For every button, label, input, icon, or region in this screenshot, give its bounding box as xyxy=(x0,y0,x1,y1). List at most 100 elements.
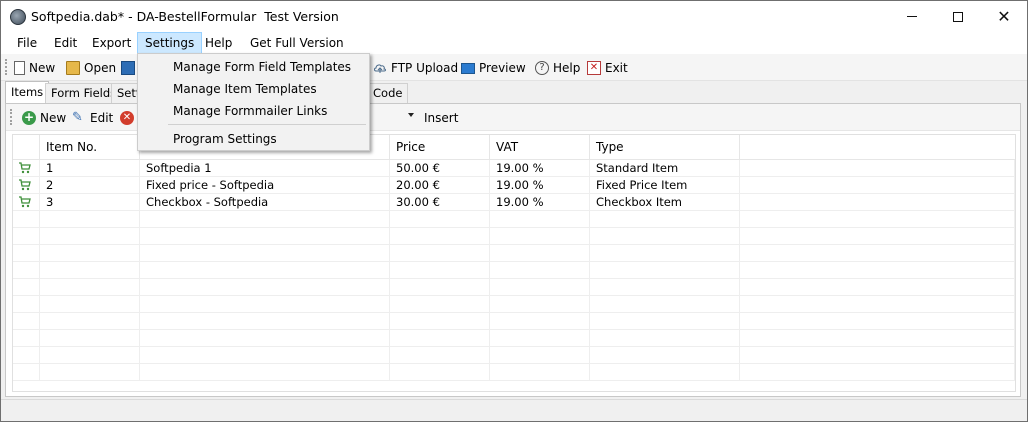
cell-name: Fixed price - Softpedia xyxy=(140,177,390,194)
empty-cell xyxy=(140,245,390,262)
empty-cell xyxy=(390,211,490,228)
menu-export[interactable]: Export xyxy=(85,32,138,54)
new-item-button[interactable]: + New xyxy=(22,109,66,127)
maximize-icon xyxy=(953,11,963,22)
column-vat[interactable]: VAT xyxy=(490,135,590,160)
empty-cell xyxy=(390,228,490,245)
empty-cell xyxy=(590,245,740,262)
cell-item-no: 2 xyxy=(40,177,140,194)
close-button[interactable]: ✕ xyxy=(981,1,1027,32)
toolbar-grip[interactable] xyxy=(5,59,7,75)
open-button[interactable]: Open xyxy=(66,58,116,78)
cell-price: 20.00 € xyxy=(390,177,490,194)
cell-vat: 19.00 % xyxy=(490,194,590,211)
empty-cell xyxy=(590,228,740,245)
menu-settings[interactable]: Settings xyxy=(137,32,203,54)
new-button[interactable]: New xyxy=(14,58,55,78)
cell-type: Standard Item xyxy=(590,160,740,177)
table-row[interactable]: 3 Checkbox - Softpedia 30.00 €19.00 % Check… xyxy=(13,194,1015,211)
insert-button[interactable]: Insert xyxy=(424,111,458,125)
empty-cell xyxy=(40,296,140,313)
ftp-upload-button[interactable]: FTP Upload xyxy=(373,58,458,78)
monitor-icon xyxy=(461,62,475,74)
empty-cell xyxy=(140,347,390,364)
cell-filler xyxy=(740,245,1015,262)
new-document-icon xyxy=(14,61,25,75)
database-icon xyxy=(10,9,26,25)
cell-filler xyxy=(740,228,1015,245)
preview-button[interactable]: Preview xyxy=(461,58,526,78)
cell-filler xyxy=(740,296,1015,313)
help-label: Help xyxy=(553,61,581,75)
row-icon-cell xyxy=(13,160,40,177)
insert-dropdown-arrow-icon[interactable] xyxy=(408,113,414,117)
empty-cell xyxy=(40,330,140,347)
shopping-cart-icon xyxy=(19,196,31,208)
menu-item-manage-formmailer-links[interactable]: Manage Formmailer Links xyxy=(139,100,368,122)
shopping-cart-icon xyxy=(19,162,31,174)
table-row xyxy=(13,245,1015,262)
cloud-upload-icon xyxy=(373,61,387,75)
cell-filler xyxy=(740,262,1015,279)
empty-cell xyxy=(490,279,590,296)
cell-filler xyxy=(740,347,1015,364)
empty-cell xyxy=(40,228,140,245)
empty-cell xyxy=(590,262,740,279)
menu-item-program-settings[interactable]: Program Settings xyxy=(139,128,368,150)
table-row xyxy=(13,313,1015,330)
column-type[interactable]: Type xyxy=(590,135,740,160)
empty-cell xyxy=(490,364,590,381)
empty-cell xyxy=(40,262,140,279)
menu-bar: File Edit Export Settings Help Get Full … xyxy=(1,32,1027,54)
empty-cell xyxy=(13,279,40,296)
ftp-upload-label: FTP Upload xyxy=(391,61,459,75)
exit-icon: ✕ xyxy=(587,61,601,75)
table-row[interactable]: 2 Fixed price - Softpedia 20.00 €19.00 % Fi… xyxy=(13,177,1015,194)
edit-item-button[interactable]: ✎ Edit xyxy=(72,109,113,127)
items-toolbar-grip[interactable] xyxy=(10,109,12,125)
table-row[interactable]: 1 Softpedia 1 50.00 €19.00 % Standard Item xyxy=(13,160,1015,177)
empty-cell xyxy=(390,364,490,381)
add-icon: + xyxy=(22,110,36,125)
empty-cell xyxy=(490,245,590,262)
empty-cell xyxy=(490,262,590,279)
maximize-button[interactable] xyxy=(935,1,981,32)
menu-item-manage-item-templates[interactable]: Manage Item Templates xyxy=(139,78,368,100)
menu-file[interactable]: File xyxy=(10,32,44,54)
cell-type: Checkbox Item xyxy=(590,194,740,211)
preview-label: Preview xyxy=(479,61,526,75)
table-row xyxy=(13,364,1015,381)
menu-item-manage-form-field-templates[interactable]: Manage Form Field Templates xyxy=(139,56,368,78)
new-button-label: New xyxy=(29,61,56,75)
empty-cell xyxy=(40,347,140,364)
menu-edit[interactable]: Edit xyxy=(47,32,84,54)
empty-cell xyxy=(40,211,140,228)
empty-cell xyxy=(590,347,740,364)
empty-cell xyxy=(390,330,490,347)
empty-cell xyxy=(13,296,40,313)
empty-cell xyxy=(140,364,390,381)
empty-cell xyxy=(490,211,590,228)
column-item-no[interactable]: Item No. xyxy=(40,135,140,160)
help-button[interactable]: ? Help xyxy=(535,58,580,78)
cell-vat: 19.00 % xyxy=(490,177,590,194)
menu-get-full-version[interactable]: Get Full Version xyxy=(243,32,351,54)
column-price[interactable]: Price xyxy=(390,135,490,160)
exit-button[interactable]: ✕ Exit xyxy=(587,58,628,78)
empty-cell xyxy=(13,313,40,330)
empty-cell xyxy=(13,347,40,364)
table-row xyxy=(13,279,1015,296)
empty-cell xyxy=(13,364,40,381)
app-window: Softpedia.dab* - DA-BestellFormular Test… xyxy=(0,0,1028,422)
delete-item-button[interactable]: ✕ xyxy=(120,109,134,127)
cell-price: 50.00 € xyxy=(390,160,490,177)
tab-code[interactable]: Code xyxy=(367,83,409,103)
menu-help[interactable]: Help xyxy=(198,32,239,54)
empty-cell xyxy=(590,279,740,296)
tab-items[interactable]: Items xyxy=(5,81,50,103)
title-bar: Softpedia.dab* - DA-BestellFormular Test… xyxy=(1,1,1027,32)
cell-type: Fixed Price Item xyxy=(590,177,740,194)
minimize-button[interactable] xyxy=(889,1,935,32)
cell-item-no: 1 xyxy=(40,160,140,177)
open-button-label: Open xyxy=(84,61,117,75)
